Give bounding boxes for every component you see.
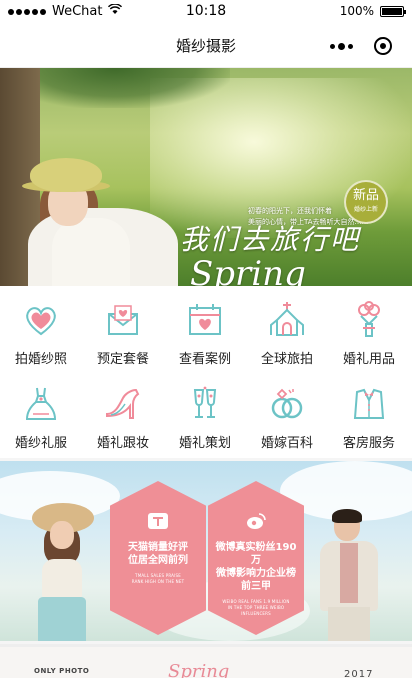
model-body <box>52 218 130 286</box>
grid-item-room-service[interactable]: 客房服务 <box>328 374 410 460</box>
chapel-icon <box>265 298 309 342</box>
groom-figure <box>316 509 386 641</box>
grid-label: 查看案例 <box>178 352 231 367</box>
calendar-heart-icon <box>183 298 227 342</box>
banner-script: Spring <box>190 254 306 286</box>
tmall-sales-hexagon: 天猫销量好评 位居全网前列 TMALL SALES PRAISE RANK HI… <box>110 481 206 635</box>
next-section-peek: ONLY PHOTO Spring 2017 <box>0 644 412 678</box>
peek-script: Spring <box>168 661 230 678</box>
hex1-subtitle: TMALL SALES PRAISE RANK HIGH ON THE NET <box>131 573 185 584</box>
grid-label: 婚嫁百科 <box>260 436 313 451</box>
peek-year: 2017 <box>344 669 374 678</box>
grid-label: 婚礼用品 <box>342 352 395 367</box>
bouquet-icon <box>347 298 391 342</box>
grid-item-wedding-photos[interactable]: 拍婚纱照 <box>0 290 82 376</box>
envelope-heart-icon <box>101 298 145 342</box>
nav-bar: 婚纱摄影 <box>0 24 412 68</box>
battery-status: 100% <box>339 4 406 18</box>
grid-item-wedding-makeup[interactable]: 婚礼跟妆 <box>82 374 164 460</box>
rings-icon <box>265 382 309 426</box>
status-bar: WeChat 10:18 100% <box>0 0 412 24</box>
banner-headline-cn: 我们去旅行吧 <box>180 223 361 256</box>
weibo-fans-hexagon: 微博真实粉丝190万 微博影响力企业榜 前三甲 WEIBO REAL FANS … <box>208 481 304 635</box>
grid-label: 预定套餐 <box>96 352 149 367</box>
more-menu-icon[interactable] <box>330 42 353 50</box>
bride-figure <box>30 501 100 641</box>
weibo-icon <box>244 509 268 533</box>
tmall-icon <box>146 509 170 533</box>
hex1-title: 天猫销量好评 位居全网前列 <box>128 542 188 566</box>
wedding-dress-icon <box>19 382 63 426</box>
grid-item-wedding-supplies[interactable]: 婚礼用品 <box>328 290 410 376</box>
mini-program-capsule <box>318 32 398 60</box>
grid-item-wedding-dress[interactable]: 婚纱礼服 <box>0 374 82 460</box>
grid-label: 婚纱礼服 <box>14 436 67 451</box>
battery-percent: 100% <box>339 4 374 18</box>
peek-label: ONLY PHOTO <box>34 667 90 675</box>
tuxedo-icon <box>347 382 391 426</box>
promo-banner[interactable]: 天猫销量好评 位居全网前列 TMALL SALES PRAISE RANK HI… <box>0 461 412 641</box>
hero-banner[interactable]: 初春的阳光下，还我们怀着 美丽的心情，带上TA去畅听大自然…… 新品 婚纱上新 … <box>0 68 412 286</box>
heart-frame-icon <box>19 298 63 342</box>
battery-icon <box>380 5 406 17</box>
page-title: 婚纱摄影 <box>175 37 236 55</box>
high-heel-icon <box>101 382 145 426</box>
grid-item-global-travel-shoot[interactable]: 全球旅拍 <box>246 290 328 376</box>
category-grid: 拍婚纱照 预定套餐 查看案例 全球旅拍 婚礼用品 婚纱礼服 婚礼跟妆 婚礼策划 … <box>0 286 412 458</box>
hex2-title: 微博真实粉丝190万 微博影响力企业榜 前三甲 <box>215 542 297 592</box>
champagne-icon <box>183 382 227 426</box>
hex2-subtitle: WEIBO REAL FANS 1.9 MILLION IN THE TOP T… <box>222 599 290 616</box>
grid-item-wedding-encyclopedia[interactable]: 婚嫁百科 <box>246 374 328 460</box>
grid-label: 全球旅拍 <box>260 352 313 367</box>
grid-label: 拍婚纱照 <box>14 352 67 367</box>
close-mini-program-icon[interactable] <box>374 37 392 55</box>
grid-item-view-cases[interactable]: 查看案例 <box>164 290 246 376</box>
model-hat <box>30 158 102 192</box>
grid-label: 婚礼策划 <box>178 436 231 451</box>
grid-item-wedding-planning[interactable]: 婚礼策划 <box>164 374 246 460</box>
grid-label: 客房服务 <box>342 436 395 451</box>
grid-item-book-package[interactable]: 预定套餐 <box>82 290 164 376</box>
grid-label: 婚礼跟妆 <box>96 436 149 451</box>
banner-headline: 我们去旅行吧 Spring <box>180 218 360 286</box>
